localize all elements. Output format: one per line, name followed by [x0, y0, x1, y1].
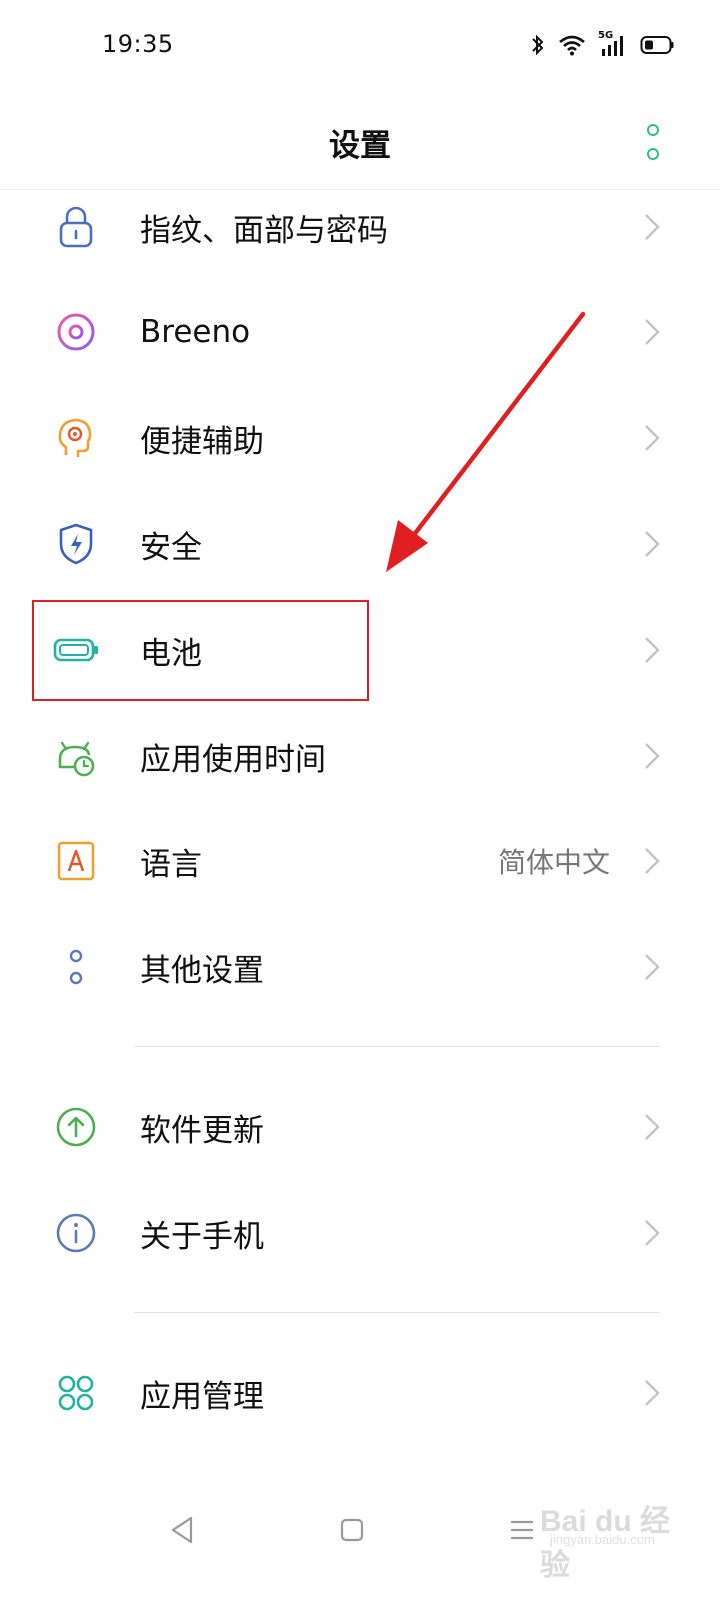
chevron-right-icon [640, 630, 664, 670]
settings-item-label: 电池 [140, 635, 202, 672]
chevron-right-icon [640, 1107, 664, 1147]
status-time: 19:35 [102, 30, 174, 58]
section-divider [134, 1046, 660, 1047]
shield-icon [52, 520, 100, 568]
bluetooth-icon [530, 33, 546, 57]
navigation-bar [0, 1490, 720, 1570]
settings-item-apps[interactable]: 应用管理 [0, 1340, 720, 1446]
lock-icon [52, 203, 100, 251]
app-usage-icon [52, 732, 100, 780]
settings-item-about[interactable]: 关于手机 [0, 1180, 720, 1286]
chevron-right-icon [640, 207, 664, 247]
settings-item-label: 便捷辅助 [140, 423, 264, 460]
back-icon[interactable] [162, 1510, 202, 1550]
settings-item-other[interactable]: 其他设置 [0, 914, 720, 1020]
chevron-right-icon [640, 1213, 664, 1253]
settings-item-password[interactable]: 指纹、面部与密码 [0, 174, 720, 280]
battery-icon [640, 35, 674, 55]
section-divider [134, 1312, 660, 1313]
settings-item-update[interactable]: 软件更新 [0, 1074, 720, 1180]
settings-item-app-usage[interactable]: 应用使用时间 [0, 703, 720, 809]
chevron-right-icon [640, 524, 664, 564]
home-icon[interactable] [332, 1510, 372, 1550]
other-settings-icon [52, 943, 100, 991]
status-icons: 5G [530, 30, 674, 60]
signal-5g-icon: 5G [598, 30, 628, 57]
update-icon [52, 1103, 100, 1151]
settings-item-battery[interactable]: 电池 [0, 597, 720, 703]
settings-item-label: 软件更新 [140, 1112, 264, 1149]
settings-item-label: 安全 [140, 529, 202, 566]
more-options-button[interactable] [638, 124, 668, 160]
settings-item-label: 应用管理 [140, 1378, 264, 1415]
status-bar: 19:35 5G [0, 0, 720, 90]
chevron-right-icon [640, 947, 664, 987]
settings-item-label: 语言 [140, 846, 202, 883]
apps-icon [52, 1369, 100, 1417]
chevron-right-icon [640, 1373, 664, 1413]
settings-item-label: 指纹、面部与密码 [140, 212, 388, 249]
language-icon [52, 837, 100, 885]
chevron-right-icon [640, 841, 664, 881]
language-value: 简体中文 [497, 846, 610, 879]
page-title: 设置 [329, 128, 391, 164]
settings-item-label: 应用使用时间 [140, 741, 326, 778]
breeno-icon [52, 308, 100, 356]
battery-icon [52, 626, 100, 674]
info-icon [52, 1209, 100, 1257]
chevron-right-icon [640, 736, 664, 776]
settings-item-label: 其他设置 [140, 952, 264, 989]
settings-item-label: Breeno [140, 314, 251, 350]
settings-item-label: 关于手机 [140, 1218, 264, 1255]
settings-item-breeno[interactable]: Breeno [0, 279, 720, 385]
assist-icon [52, 414, 100, 462]
more-vertical-icon [647, 124, 659, 136]
wifi-icon [558, 34, 586, 56]
menu-icon[interactable] [502, 1510, 542, 1550]
chevron-right-icon [640, 312, 664, 352]
more-vertical-icon-dot [647, 148, 659, 160]
settings-item-security[interactable]: 安全 [0, 491, 720, 597]
chevron-right-icon [640, 418, 664, 458]
settings-item-assist[interactable]: 便捷辅助 [0, 385, 720, 491]
settings-item-language[interactable]: 语言 简体中文 [0, 808, 720, 914]
